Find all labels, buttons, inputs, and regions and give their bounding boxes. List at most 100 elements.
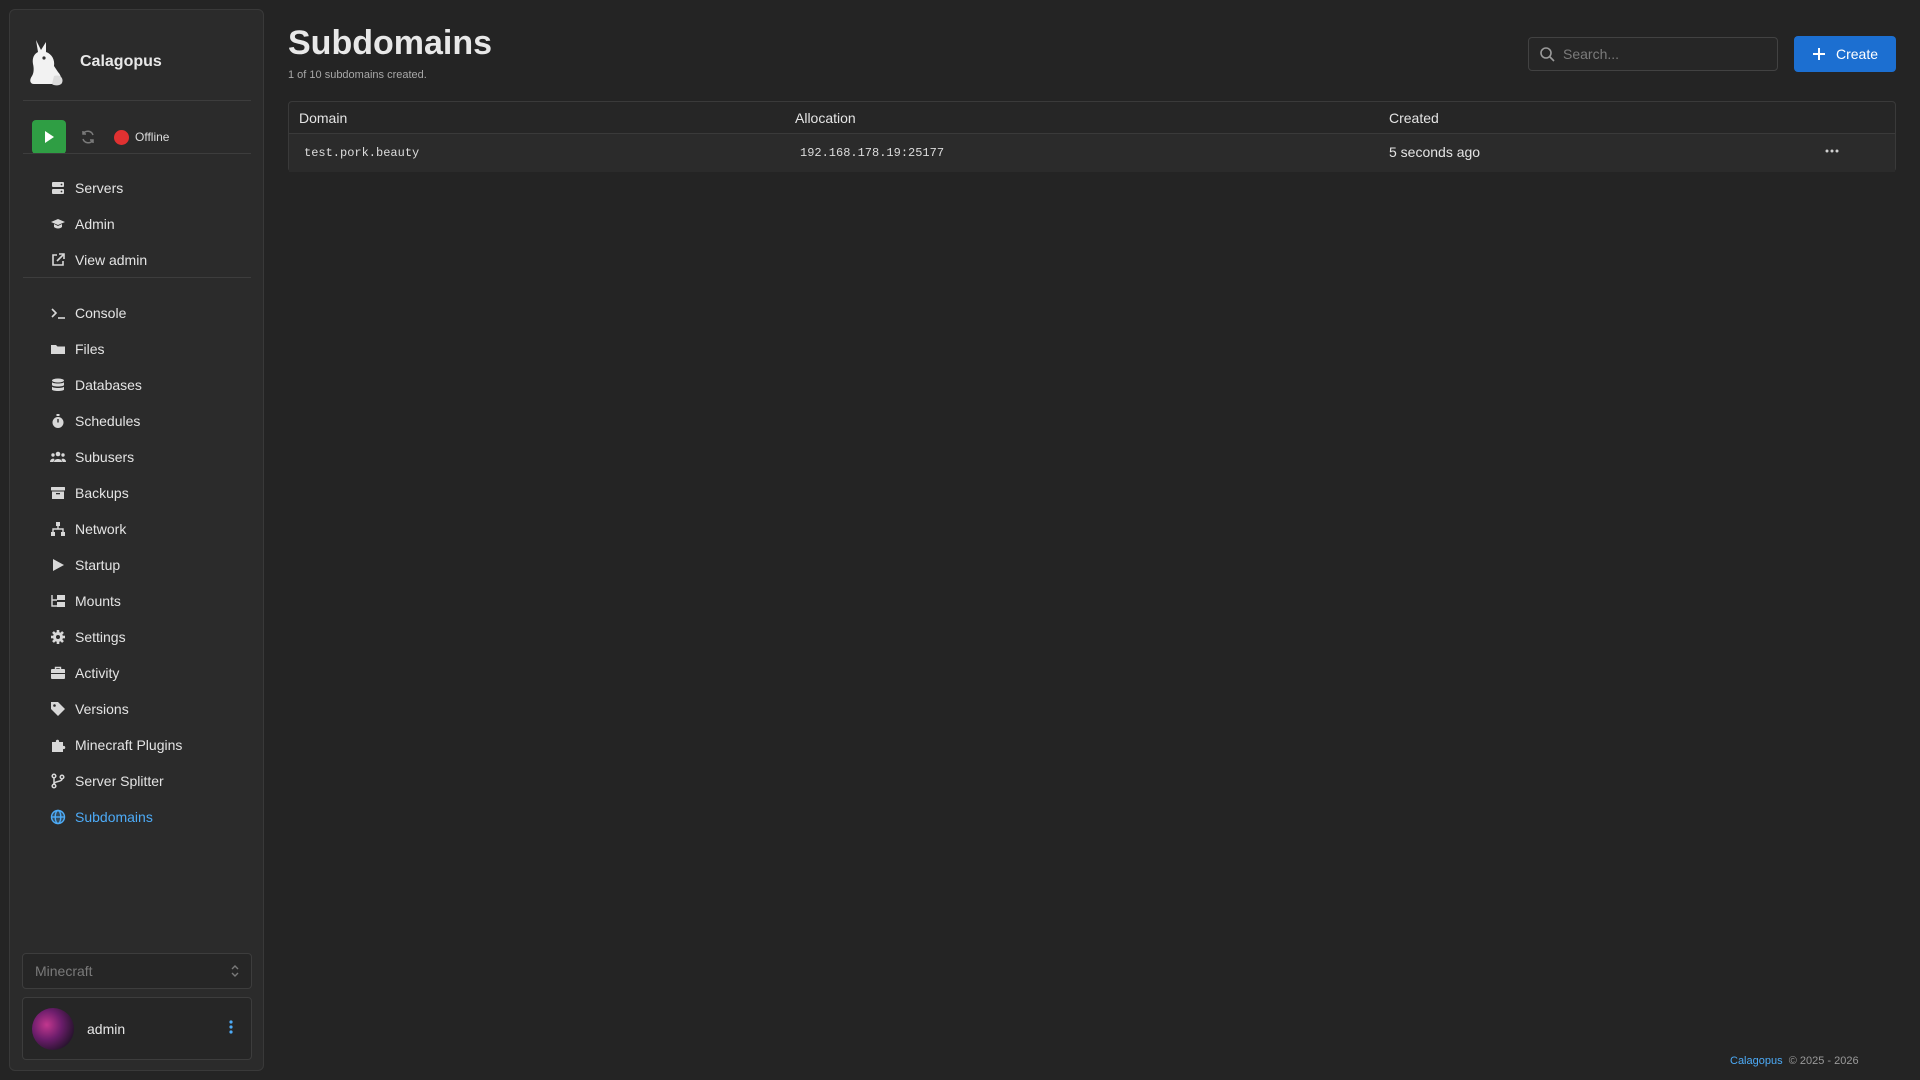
status-label: Offline bbox=[135, 130, 170, 144]
start-button[interactable] bbox=[32, 120, 66, 154]
folder-icon bbox=[50, 341, 66, 357]
nav-item-label: Admin bbox=[75, 216, 115, 232]
page-title: Subdomains bbox=[288, 24, 493, 62]
nav-item-label: Minecraft Plugins bbox=[75, 737, 183, 753]
divider bbox=[23, 100, 251, 101]
fox-logo-icon bbox=[30, 40, 63, 86]
divider bbox=[23, 277, 251, 278]
nav-item-minecraft-plugins[interactable]: Minecraft Plugins bbox=[32, 727, 260, 763]
brand[interactable]: Calagopus bbox=[24, 32, 162, 92]
nav-item-console[interactable]: Console bbox=[32, 295, 260, 331]
database-icon bbox=[50, 377, 66, 393]
nav-item-backups[interactable]: Backups bbox=[32, 475, 260, 511]
footer: Calagopus © 2025 - 2026 bbox=[1730, 1055, 1859, 1067]
nav-item-versions[interactable]: Versions bbox=[32, 691, 260, 727]
footer-copyright: © 2025 - 2026 bbox=[1788, 1055, 1859, 1067]
graduation-cap-icon bbox=[50, 216, 66, 232]
nav-item-label: Servers bbox=[75, 180, 124, 196]
nav-item-admin[interactable]: Admin bbox=[32, 206, 260, 242]
footer-brand-link[interactable]: Calagopus bbox=[1730, 1055, 1783, 1067]
column-header-allocation: Allocation bbox=[795, 110, 856, 126]
server-status: Offline bbox=[114, 129, 170, 145]
nav-item-label: Files bbox=[75, 341, 105, 357]
column-header-domain: Domain bbox=[299, 110, 348, 126]
restart-button[interactable] bbox=[76, 125, 100, 149]
nav-item-label: View admin bbox=[75, 252, 148, 268]
search-box[interactable] bbox=[1528, 37, 1778, 71]
nav-item-server-splitter[interactable]: Server Splitter bbox=[32, 763, 260, 799]
nav-item-label: Backups bbox=[75, 485, 129, 501]
network-icon bbox=[50, 521, 66, 537]
avatar bbox=[32, 1007, 74, 1050]
divider bbox=[23, 153, 251, 154]
egg-select[interactable]: Minecraft bbox=[22, 953, 252, 989]
egg-select-value: Minecraft bbox=[35, 963, 93, 979]
archive-box-icon bbox=[50, 485, 66, 501]
nav-item-label: Schedules bbox=[75, 413, 141, 429]
code-branch-icon bbox=[50, 773, 66, 789]
horizontal-dots-icon bbox=[1825, 149, 1839, 153]
puzzle-icon bbox=[50, 737, 66, 753]
nav-item-label: Server Splitter bbox=[75, 773, 164, 789]
briefcase-icon bbox=[50, 665, 66, 681]
nav-server: Console Files Databases Schedules Subuse… bbox=[32, 295, 260, 835]
nav-item-databases[interactable]: Databases bbox=[32, 367, 260, 403]
status-dot bbox=[114, 129, 129, 145]
search-input[interactable] bbox=[1563, 46, 1763, 62]
play-icon bbox=[45, 131, 54, 143]
user-menu[interactable]: admin bbox=[22, 997, 252, 1060]
nav-item-files[interactable]: Files bbox=[32, 331, 260, 367]
app-name: Calagopus bbox=[80, 53, 162, 70]
nav-item-subusers[interactable]: Subusers bbox=[32, 439, 260, 475]
nav-item-view-admin[interactable]: View admin bbox=[32, 242, 260, 278]
column-header-created: Created bbox=[1389, 110, 1439, 126]
chevron-up-down-icon bbox=[231, 965, 239, 977]
user-name: admin bbox=[87, 1020, 126, 1037]
nav-item-label: Console bbox=[75, 305, 127, 321]
cell-allocation: 192.168.178.19:25177 bbox=[800, 146, 945, 160]
nav-item-label: Activity bbox=[75, 665, 120, 681]
server-icon bbox=[50, 180, 66, 196]
create-button[interactable]: Create bbox=[1794, 36, 1896, 72]
nav-item-settings[interactable]: Settings bbox=[32, 619, 260, 655]
nav-item-activity[interactable]: Activity bbox=[32, 655, 260, 691]
globe-icon bbox=[50, 809, 66, 825]
plus-icon bbox=[1812, 47, 1826, 61]
folder-tree-icon bbox=[50, 593, 66, 609]
row-actions-button[interactable] bbox=[1821, 143, 1843, 159]
search-icon bbox=[1540, 47, 1555, 62]
nav-item-label: Startup bbox=[75, 557, 121, 573]
nav-item-label: Settings bbox=[75, 629, 126, 645]
power-controls: Offline bbox=[32, 120, 169, 154]
table-row[interactable]: test.pork.beauty 192.168.178.19:25177 5 … bbox=[289, 134, 1895, 172]
vertical-dots-icon[interactable] bbox=[229, 1019, 233, 1035]
external-link-icon bbox=[50, 252, 66, 268]
users-icon bbox=[50, 449, 66, 465]
nav-item-subdomains[interactable]: Subdomains bbox=[32, 799, 260, 835]
create-button-label: Create bbox=[1835, 46, 1879, 62]
nav-item-mounts[interactable]: Mounts bbox=[32, 583, 260, 619]
nav-item-label: Network bbox=[75, 521, 127, 537]
terminal-icon bbox=[50, 305, 66, 321]
cell-created: 5 seconds ago bbox=[1389, 144, 1481, 160]
nav-top: Servers Admin View admin bbox=[32, 170, 260, 278]
nav-item-label: Subdomains bbox=[75, 809, 153, 825]
tag-icon bbox=[50, 701, 66, 717]
nav-item-network[interactable]: Network bbox=[32, 511, 260, 547]
table-header: Domain Allocation Created bbox=[289, 102, 1895, 134]
page-subtitle: 1 of 10 subdomains created. bbox=[288, 69, 427, 81]
refresh-icon bbox=[82, 130, 94, 144]
cell-domain: test.pork.beauty bbox=[304, 146, 420, 160]
nav-item-startup[interactable]: Startup bbox=[32, 547, 260, 583]
sidebar: Calagopus Offline Servers Admin View adm… bbox=[9, 9, 264, 1071]
nav-item-schedules[interactable]: Schedules bbox=[32, 403, 260, 439]
play-icon bbox=[50, 557, 66, 573]
nav-item-label: Subusers bbox=[75, 449, 135, 465]
nav-item-servers[interactable]: Servers bbox=[32, 170, 260, 206]
subdomains-table: Domain Allocation Created test.pork.beau… bbox=[288, 101, 1896, 172]
stopwatch-icon bbox=[50, 413, 66, 429]
nav-item-label: Mounts bbox=[75, 593, 121, 609]
gear-icon bbox=[50, 629, 66, 645]
nav-item-label: Versions bbox=[75, 701, 129, 717]
nav-item-label: Databases bbox=[75, 377, 142, 393]
